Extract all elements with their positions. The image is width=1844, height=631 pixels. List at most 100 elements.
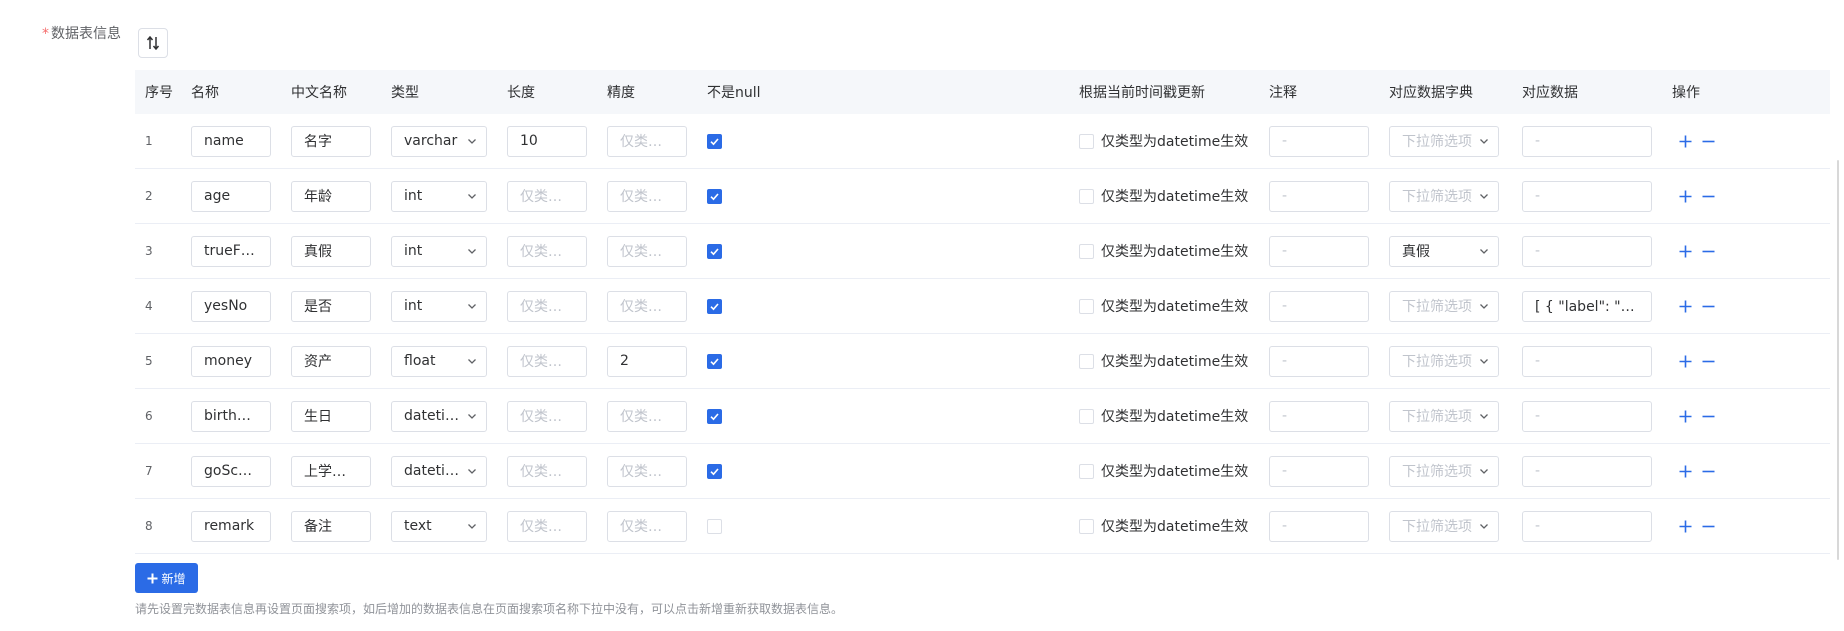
type-select[interactable]: varchar: [391, 125, 487, 157]
not-null-checkbox[interactable]: [707, 408, 722, 424]
cn-name-input[interactable]: 资产: [291, 345, 371, 377]
dict-select[interactable]: 下拉筛选项: [1389, 180, 1499, 212]
data-input[interactable]: -: [1522, 180, 1652, 212]
plus-icon[interactable]: [1678, 464, 1693, 479]
cn-name-input[interactable]: 年龄: [291, 180, 371, 212]
comment-input[interactable]: -: [1269, 290, 1369, 322]
comment-input[interactable]: -: [1269, 180, 1369, 212]
precision-input[interactable]: 仅类型为: [607, 510, 687, 542]
name-input[interactable]: money: [191, 345, 271, 377]
timestamp-checkbox[interactable]: [1079, 463, 1094, 479]
comment-input[interactable]: -: [1269, 510, 1369, 542]
data-input[interactable]: [ { "label": "否"…: [1522, 290, 1652, 322]
minus-icon[interactable]: [1701, 244, 1716, 259]
data-input[interactable]: -: [1522, 400, 1652, 432]
plus-icon[interactable]: [1678, 519, 1693, 534]
precision-input[interactable]: 仅类型为: [607, 400, 687, 432]
precision-input[interactable]: 仅类型为: [607, 235, 687, 267]
dict-select[interactable]: 下拉筛选项: [1389, 455, 1499, 487]
not-null-checkbox[interactable]: [707, 243, 722, 259]
type-select[interactable]: text: [391, 510, 487, 542]
name-input[interactable]: goSch…: [191, 455, 271, 487]
length-input[interactable]: 仅类型为: [507, 290, 587, 322]
vertical-scrollbar[interactable]: [1837, 160, 1839, 560]
minus-icon[interactable]: [1701, 134, 1716, 149]
timestamp-checkbox[interactable]: [1079, 518, 1094, 534]
name-input[interactable]: yesNo: [191, 290, 271, 322]
type-select[interactable]: datetime: [391, 400, 487, 432]
cn-name-input[interactable]: 备注: [291, 510, 371, 542]
minus-icon[interactable]: [1701, 519, 1716, 534]
minus-icon[interactable]: [1701, 409, 1716, 424]
name-input[interactable]: remark: [191, 510, 271, 542]
type-select[interactable]: datetime: [391, 455, 487, 487]
timestamp-checkbox[interactable]: [1079, 298, 1094, 314]
type-select[interactable]: int: [391, 290, 487, 322]
minus-icon[interactable]: [1701, 299, 1716, 314]
data-input[interactable]: -: [1522, 125, 1652, 157]
minus-icon[interactable]: [1701, 464, 1716, 479]
name-input[interactable]: name: [191, 125, 271, 157]
comment-input[interactable]: -: [1269, 235, 1369, 267]
plus-icon[interactable]: [1678, 134, 1693, 149]
timestamp-checkbox[interactable]: [1079, 188, 1094, 204]
dict-select[interactable]: 下拉筛选项: [1389, 125, 1499, 157]
data-input[interactable]: -: [1522, 455, 1652, 487]
length-input[interactable]: 仅类型为: [507, 235, 587, 267]
minus-icon[interactable]: [1701, 189, 1716, 204]
comment-input[interactable]: -: [1269, 345, 1369, 377]
dict-select[interactable]: 下拉筛选项: [1389, 345, 1499, 377]
plus-icon[interactable]: [1678, 409, 1693, 424]
comment-input[interactable]: -: [1269, 455, 1369, 487]
data-input[interactable]: -: [1522, 510, 1652, 542]
comment-input[interactable]: -: [1269, 125, 1369, 157]
dict-select[interactable]: 真假: [1389, 235, 1499, 267]
length-input[interactable]: 仅类型为: [507, 345, 587, 377]
timestamp-checkbox[interactable]: [1079, 408, 1094, 424]
name-input[interactable]: age: [191, 180, 271, 212]
minus-icon[interactable]: [1701, 354, 1716, 369]
not-null-checkbox[interactable]: [707, 298, 722, 314]
data-input[interactable]: -: [1522, 345, 1652, 377]
data-input[interactable]: -: [1522, 235, 1652, 267]
plus-icon[interactable]: [1678, 189, 1693, 204]
not-null-checkbox[interactable]: [707, 188, 722, 204]
cn-name-input[interactable]: 生日: [291, 400, 371, 432]
plus-icon[interactable]: [1678, 354, 1693, 369]
precision-input[interactable]: 仅类型为: [607, 180, 687, 212]
type-select[interactable]: int: [391, 235, 487, 267]
type-select[interactable]: float: [391, 345, 487, 377]
precision-input[interactable]: 仅类型为: [607, 290, 687, 322]
name-input[interactable]: trueF…: [191, 235, 271, 267]
precision-input-value: 仅类型为: [620, 409, 674, 425]
not-null-checkbox[interactable]: [707, 518, 722, 534]
plus-icon[interactable]: [1678, 244, 1693, 259]
not-null-checkbox[interactable]: [707, 133, 722, 149]
cn-name-input[interactable]: 名字: [291, 125, 371, 157]
timestamp-checkbox[interactable]: [1079, 353, 1094, 369]
length-input[interactable]: 仅类型为: [507, 510, 587, 542]
dict-select[interactable]: 下拉筛选项: [1389, 510, 1499, 542]
dict-select[interactable]: 下拉筛选项: [1389, 290, 1499, 322]
type-select[interactable]: int: [391, 180, 487, 212]
precision-input[interactable]: 仅类型为: [607, 125, 687, 157]
cn-name-input[interactable]: 上学…: [291, 455, 371, 487]
length-input[interactable]: 10: [507, 125, 587, 157]
length-input[interactable]: 仅类型为: [507, 400, 587, 432]
length-input[interactable]: 仅类型为: [507, 455, 587, 487]
not-null-checkbox[interactable]: [707, 463, 722, 479]
cn-name-input[interactable]: 真假: [291, 235, 371, 267]
plus-icon[interactable]: [1678, 299, 1693, 314]
comment-input[interactable]: -: [1269, 400, 1369, 432]
precision-input[interactable]: 仅类型为: [607, 455, 687, 487]
precision-input[interactable]: 2: [607, 345, 687, 377]
timestamp-checkbox[interactable]: [1079, 243, 1094, 259]
sort-button[interactable]: [138, 28, 168, 58]
dict-select[interactable]: 下拉筛选项: [1389, 400, 1499, 432]
not-null-checkbox[interactable]: [707, 353, 722, 369]
length-input[interactable]: 仅类型为: [507, 180, 587, 212]
cn-name-input[interactable]: 是否: [291, 290, 371, 322]
add-row-button[interactable]: 新增: [135, 563, 198, 593]
name-input[interactable]: birthday: [191, 400, 271, 432]
timestamp-checkbox[interactable]: [1079, 133, 1094, 149]
